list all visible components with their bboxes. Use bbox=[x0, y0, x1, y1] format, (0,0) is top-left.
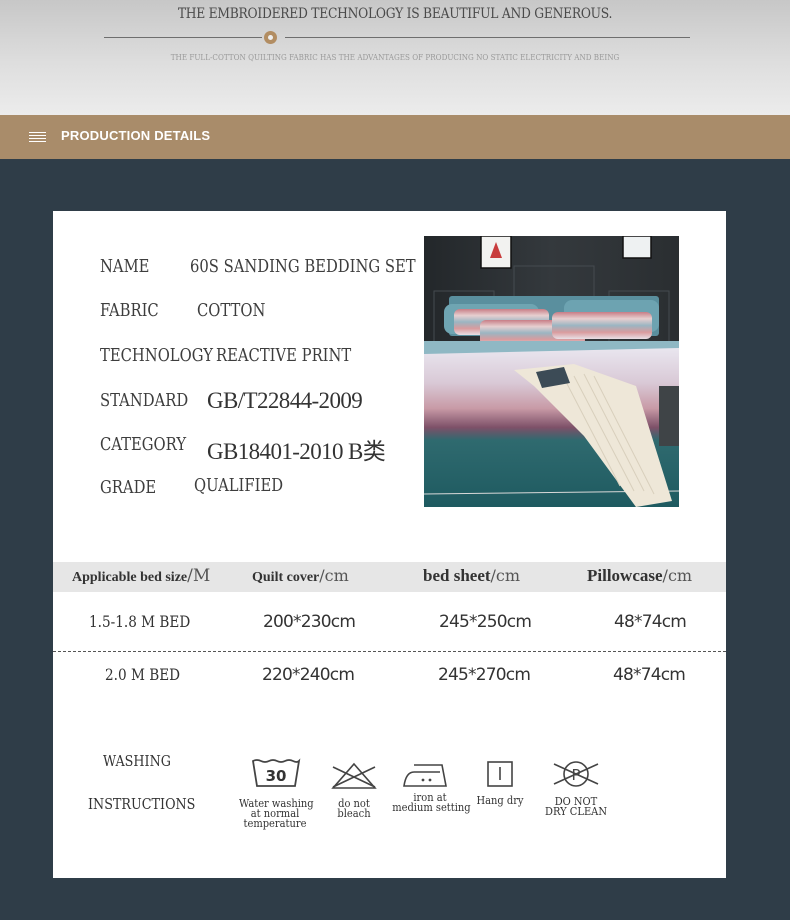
menu-icon bbox=[29, 132, 46, 142]
table-row-2-bed-sheet: 245*270cm bbox=[438, 665, 531, 685]
header-bed-sheet: bed sheet/cm bbox=[423, 566, 521, 585]
spec-technology-value: REACTIVE PRINT bbox=[216, 345, 352, 366]
iron-caption: iron at medium setting bbox=[392, 791, 471, 814]
spec-standard-label: STANDARD bbox=[100, 390, 189, 411]
table-row-2-bed-size: 2.0 M BED bbox=[105, 665, 181, 684]
product-photo bbox=[424, 236, 679, 507]
table-row-1-quilt-cover: 200*230cm bbox=[263, 612, 356, 632]
spec-grade-label: GRADE bbox=[100, 477, 157, 498]
spec-fabric-label: FABRIC bbox=[100, 300, 159, 321]
banner-title: THE EMBROIDERED TECHNOLOGY IS BEAUTIFUL … bbox=[177, 6, 613, 22]
table-row-2-pillowcase: 48*74cm bbox=[613, 665, 686, 685]
section-header: PRODUCTION DETAILS bbox=[0, 115, 790, 159]
bleach-caption: do not bleach bbox=[337, 797, 371, 820]
header-bed-size: Applicable bed size/M bbox=[72, 566, 211, 586]
product-details-card: NAME 60S SANDING BEDDING SET FABRIC COTT… bbox=[53, 211, 726, 878]
table-row-divider bbox=[53, 651, 726, 652]
spec-name-value: 60S SANDING BEDDING SET bbox=[190, 256, 416, 277]
banner-divider-right bbox=[285, 37, 690, 38]
bedding-set-image bbox=[424, 236, 679, 507]
spec-technology-label: TECHNOLOGY bbox=[100, 345, 213, 366]
header-quilt-cover: Quilt cover/cm bbox=[252, 566, 349, 585]
hang-dry-icon bbox=[487, 761, 513, 787]
iron-medium-icon bbox=[403, 764, 447, 787]
do-not-bleach-icon bbox=[331, 762, 377, 789]
header-pillowcase: Pillowcase/cm bbox=[587, 566, 693, 585]
spec-category-label: CATEGORY bbox=[100, 434, 187, 455]
washing-label: WASHING bbox=[103, 752, 171, 770]
spec-category-value: GB18401-2010 B类 bbox=[207, 439, 386, 464]
wash-30-icon: 30 bbox=[252, 758, 301, 787]
section-title: PRODUCTION DETAILS bbox=[61, 128, 211, 143]
banner-subtitle: THE FULL-COTTON QUILTING FABRIC HAS THE … bbox=[170, 53, 620, 62]
size-table-header: Applicable bed size/M Quilt cover/cm bed… bbox=[53, 562, 726, 592]
table-row-2-quilt-cover: 220*240cm bbox=[262, 665, 355, 685]
table-row-1-bed-sheet: 245*250cm bbox=[439, 612, 532, 632]
spec-fabric-value: COTTON bbox=[197, 300, 266, 321]
hang-dry-caption: Hang dry bbox=[476, 794, 524, 807]
table-row-1-bed-size: 1.5-1.8 M BED bbox=[89, 612, 191, 631]
do-not-dry-clean-icon: P bbox=[553, 761, 599, 787]
spec-name-label: NAME bbox=[100, 256, 150, 277]
instructions-label: INSTRUCTIONS bbox=[88, 795, 196, 813]
spec-standard-value: GB/T22844-2009 bbox=[207, 388, 363, 413]
spec-grade-value: QUALIFIED bbox=[194, 475, 284, 496]
svg-text:30: 30 bbox=[266, 767, 287, 785]
top-banner: THE EMBROIDERED TECHNOLOGY IS BEAUTIFUL … bbox=[0, 0, 790, 115]
banner-divider-left bbox=[104, 37, 262, 38]
wash-caption: Water washing at normal temperature bbox=[239, 797, 314, 830]
table-row-1-pillowcase: 48*74cm bbox=[614, 612, 687, 632]
dry-clean-caption: DO NOT DRY CLEAN bbox=[545, 795, 607, 818]
banner-divider-dot bbox=[264, 31, 277, 44]
